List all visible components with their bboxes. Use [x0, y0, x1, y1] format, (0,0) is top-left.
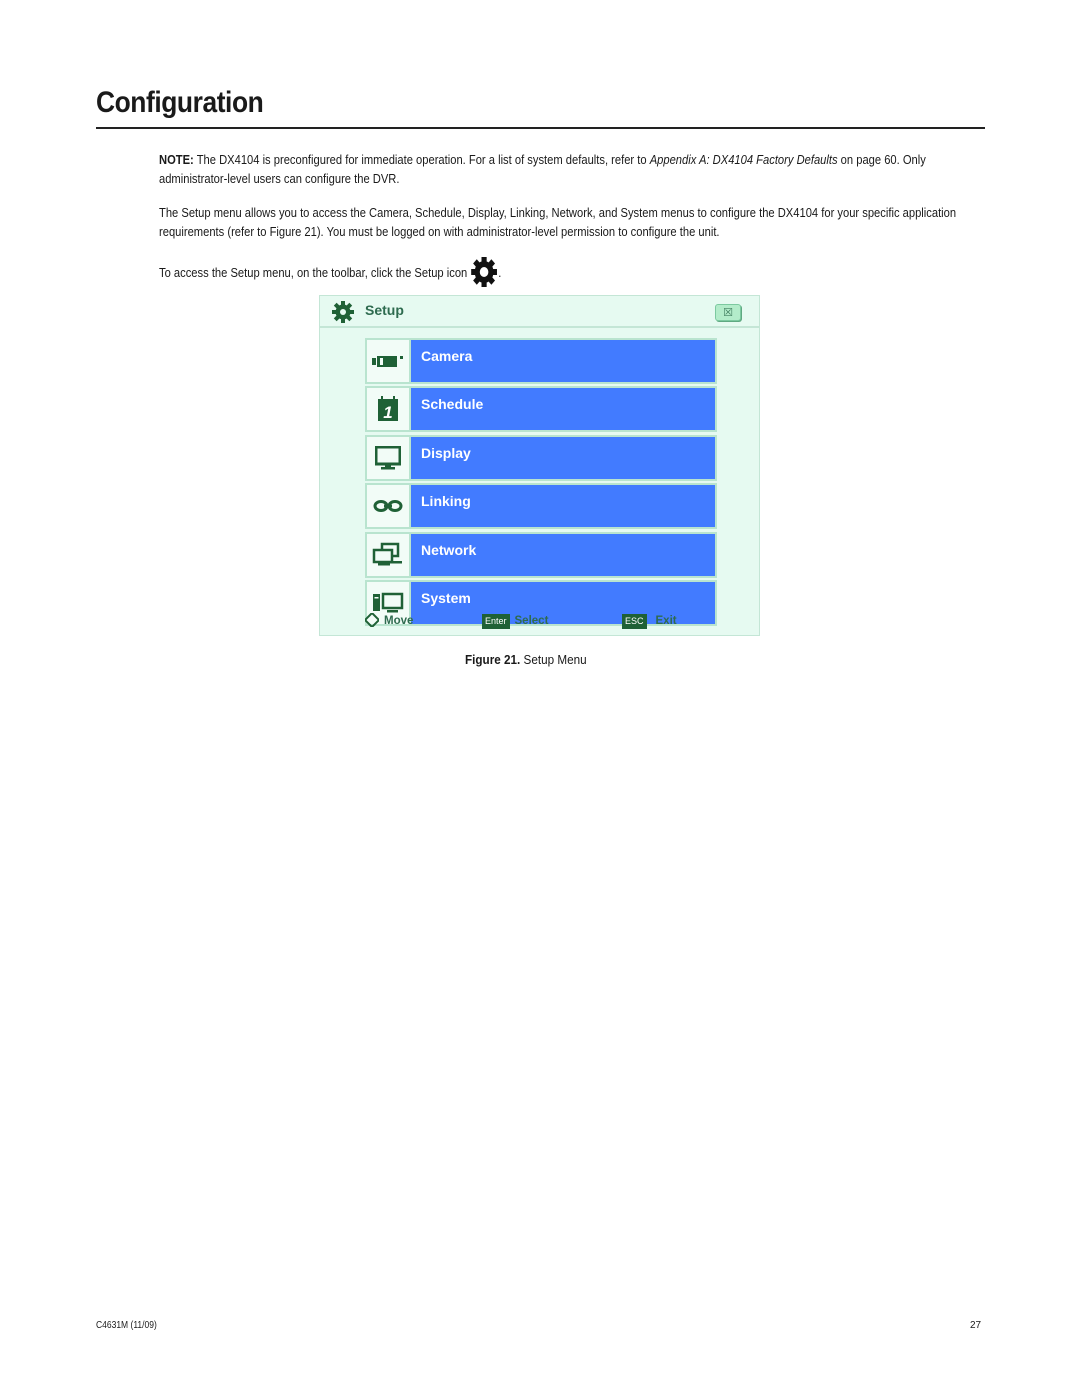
menu-item-label: Display	[411, 436, 715, 479]
calendar-icon: 1	[367, 388, 411, 431]
figure-number: Figure 21.	[465, 652, 521, 667]
menu-item-schedule[interactable]: 1 Schedule	[365, 386, 717, 433]
menu-item-camera[interactable]: Camera	[365, 338, 717, 384]
exit-hint: ESC Exit	[622, 611, 677, 631]
esc-key-badge: ESC	[622, 613, 647, 629]
appendix-reference: Appendix A: DX4104 Factory Defaults	[649, 152, 838, 167]
select-label: Select	[514, 615, 549, 627]
page-title: Configuration	[96, 86, 264, 119]
monitor-icon	[367, 436, 411, 479]
move-label: Move	[384, 615, 414, 627]
setup-access-paragraph: To access the Setup menu, on the toolbar…	[159, 256, 976, 288]
figure-caption-text: Setup Menu	[523, 652, 587, 667]
title-divider	[96, 127, 985, 129]
gear-icon	[471, 256, 499, 288]
camera-icon	[367, 340, 411, 382]
setup-access-period: .	[498, 264, 502, 280]
menu-item-label: Network	[411, 533, 715, 576]
menu-item-display[interactable]: Display	[365, 434, 717, 481]
network-icon	[367, 533, 411, 576]
enter-key-badge: Enter	[482, 613, 510, 629]
close-icon: ☒	[723, 306, 733, 319]
select-hint: Enter Select	[482, 611, 548, 631]
close-button[interactable]: ☒	[715, 304, 741, 321]
menu-item-label: Linking	[411, 485, 715, 528]
link-icon	[367, 485, 411, 528]
setup-access-text: To access the Setup menu, on the toolbar…	[159, 264, 468, 280]
setup-description-paragraph: The Setup menu allows you to access the …	[159, 205, 957, 239]
setup-header: Setup ☒	[320, 296, 759, 328]
document-id: C4631M (11/09)	[96, 1320, 157, 1331]
setup-title: Setup	[365, 302, 404, 318]
setup-footer-bar: Move Enter Select ESC Exit	[320, 611, 759, 631]
note-text: The DX4104 is preconfigured for immediat…	[193, 152, 650, 167]
exit-label: Exit	[655, 615, 677, 627]
move-arrows-icon	[363, 611, 381, 630]
svg-text:1: 1	[383, 403, 392, 422]
figure-caption: Figure 21. Setup Menu	[465, 652, 587, 667]
note-paragraph: NOTE: The DX4104 is preconfigured for im…	[159, 150, 976, 188]
menu-item-linking[interactable]: Linking	[365, 483, 717, 530]
menu-item-label: Camera	[411, 340, 715, 382]
menu-item-network[interactable]: Network	[365, 531, 717, 578]
menu-item-label: Schedule	[411, 388, 715, 431]
note-label: NOTE:	[159, 152, 194, 167]
setup-menu-list: Camera 1 Schedule Display Linking Networ…	[365, 338, 717, 628]
gear-icon	[332, 301, 354, 323]
setup-menu-window: Setup ☒ Camera 1 Schedule Display Linkin…	[319, 295, 760, 636]
page-number: 27	[970, 1320, 982, 1331]
move-hint: Move	[363, 611, 414, 631]
